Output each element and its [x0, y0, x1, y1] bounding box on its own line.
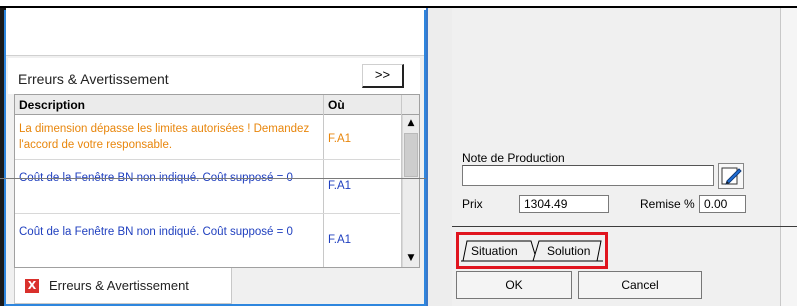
cancel-button[interactable]: Cancel	[578, 271, 702, 299]
column-header-where[interactable]: Où	[328, 98, 345, 112]
errors-grid-header: Description Où	[15, 95, 419, 115]
form-right-margin	[781, 8, 797, 306]
tab-errors-warnings-label: Erreurs & Avertissement	[49, 278, 189, 293]
row-where: F.A1	[328, 234, 352, 246]
vertical-divider	[426, 8, 428, 306]
row-description: Coût de la Fenêtre BN non indiqué. Coût …	[19, 226, 293, 238]
table-row[interactable]: Coût de la Fenêtre BN non indiqué. Coût …	[15, 161, 400, 214]
row-where: F.A1	[328, 133, 352, 145]
edit-pencil-icon	[721, 167, 742, 185]
splitter-area	[426, 8, 452, 306]
row-description: La dimension dépasse les limites autoris…	[19, 123, 310, 151]
scrollbar-thumb[interactable]	[404, 133, 418, 177]
tab-errors-warnings[interactable]: X Erreurs & Avertissement	[14, 268, 232, 304]
errors-grid: Description Où La dimension dépasse les …	[14, 94, 420, 268]
errors-panel-title: Erreurs & Avertissement	[18, 71, 169, 87]
vertical-scrollbar[interactable]: ▲ ▼	[402, 115, 419, 267]
ok-button[interactable]: OK	[456, 271, 572, 299]
scroll-up-icon[interactable]: ▲	[403, 115, 419, 132]
expand-button[interactable]: >>	[362, 64, 404, 88]
form-separator	[452, 226, 797, 227]
horizontal-line	[0, 178, 426, 179]
note-label: Note de Production	[462, 151, 565, 165]
scroll-down-icon[interactable]: ▼	[403, 250, 419, 267]
remise-field[interactable]: 0.00	[699, 195, 746, 213]
note-field[interactable]	[462, 165, 714, 186]
panel-blank-area	[6, 10, 424, 56]
errors-panel-header: Erreurs & Avertissement >>	[8, 58, 420, 94]
errors-panel: Erreurs & Avertissement >> Description O…	[4, 10, 426, 306]
prix-label: Prix	[462, 197, 483, 211]
tab-situation[interactable]: Situation	[471, 244, 518, 258]
edit-note-button[interactable]	[718, 163, 744, 189]
tab-solution[interactable]: Solution	[547, 244, 590, 258]
table-row[interactable]: La dimension dépasse les limites autoris…	[15, 116, 400, 160]
table-row[interactable]: Coût de la Fenêtre BN non indiqué. Coût …	[15, 215, 400, 267]
column-header-description[interactable]: Description	[19, 98, 85, 112]
row-where: F.A1	[328, 180, 352, 192]
error-x-icon: X	[25, 279, 39, 293]
prix-field[interactable]: 1304.49	[519, 195, 609, 213]
remise-label: Remise %	[640, 197, 695, 211]
highlight-box: Situation Solution	[456, 232, 608, 269]
